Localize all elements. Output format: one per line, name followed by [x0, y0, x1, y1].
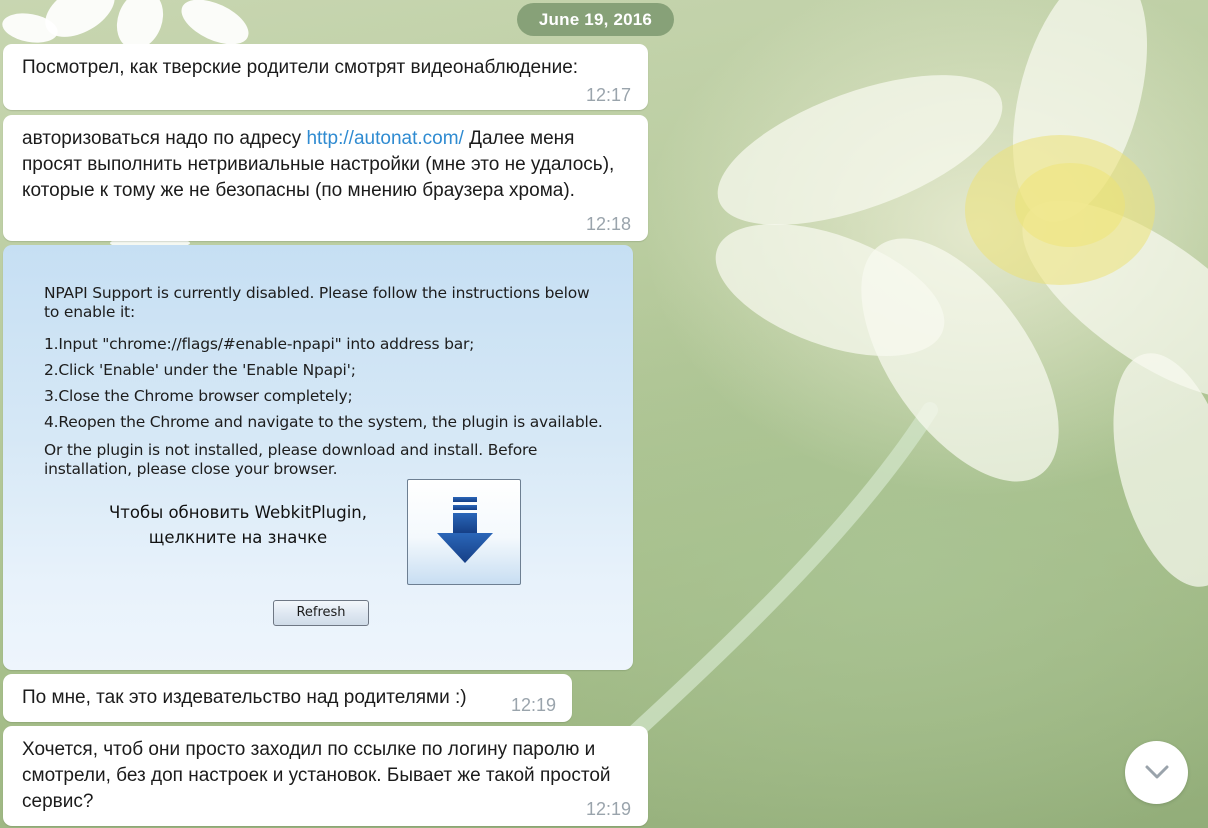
- date-header: June 19, 2016: [517, 3, 674, 36]
- message-text: Хочется, чтоб они просто заходил по ссыл…: [22, 739, 611, 812]
- download-arrow-icon: [437, 497, 493, 563]
- update-prompt-line: Чтобы обновить WebkitPlugin,: [109, 503, 367, 522]
- message-bubble[interactable]: Посмотрел, как тверские родители смотрят…: [3, 44, 648, 110]
- chevron-down-icon: [1145, 765, 1169, 779]
- scroll-to-bottom-button[interactable]: [1125, 741, 1188, 804]
- image-message[interactable]: NPAPI Support is currently disabled. Ple…: [3, 245, 633, 670]
- message-text-part: авторизоваться надо по адресу: [22, 128, 307, 149]
- instruction-step: 2.Click 'Enable' under the 'Enable Npapi…: [44, 361, 356, 379]
- message-time: 12:19: [510, 695, 556, 715]
- message-text: авторизоваться надо по адресу http://aut…: [22, 126, 634, 204]
- update-plugin-prompt: Чтобы обновить WebkitPlugin, щелкните на…: [98, 500, 378, 550]
- message-text: Посмотрел, как тверские родители смотрят…: [22, 57, 579, 78]
- message-link[interactable]: http://autonat.com/: [306, 128, 463, 149]
- message-time: 12:18: [585, 214, 631, 234]
- message-time: 12:17: [585, 85, 631, 105]
- message-time: 12:19: [585, 799, 631, 819]
- install-notice-text: Or the plugin is not installed, please d…: [44, 441, 538, 478]
- update-prompt-line: щелкните на значке: [148, 528, 328, 547]
- refresh-button[interactable]: Refresh: [273, 600, 369, 626]
- npapi-notice-text: NPAPI Support is currently disabled. Ple…: [44, 284, 590, 321]
- message-bubble[interactable]: Хочется, чтоб они просто заходил по ссыл…: [3, 726, 648, 826]
- download-plugin-button[interactable]: [407, 479, 521, 585]
- instruction-step: 3.Close the Chrome browser completely;: [44, 387, 353, 405]
- message-text: По мне, так это издевательство над родит…: [22, 687, 467, 708]
- message-bubble[interactable]: авторизоваться надо по адресу http://aut…: [3, 115, 648, 241]
- instruction-step: 4.Reopen the Chrome and navigate to the …: [44, 413, 603, 431]
- message-bubble[interactable]: По мне, так это издевательство над родит…: [3, 674, 572, 722]
- instruction-step: 1.Input "chrome://flags/#enable-npapi" i…: [44, 335, 475, 353]
